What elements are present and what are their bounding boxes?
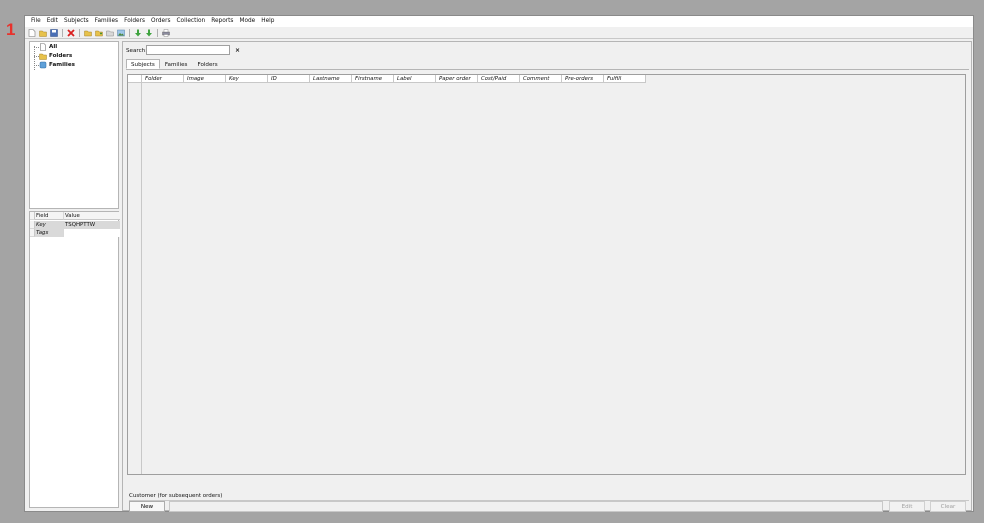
menu-edit[interactable]: Edit [44, 16, 61, 27]
field-name-cell: Key [35, 221, 64, 229]
menu-families[interactable]: Families [92, 16, 121, 27]
tree-item-folders[interactable]: Folders [39, 52, 72, 60]
image-icon[interactable] [116, 28, 126, 38]
column-header-fulfill[interactable]: Fulfill [604, 75, 646, 83]
column-header-firstname[interactable]: Firstname [352, 75, 394, 83]
clear-search-button[interactable]: × [235, 47, 240, 54]
delete-icon[interactable] [66, 28, 76, 38]
tab-families[interactable]: Families [160, 59, 193, 69]
tree-item-all[interactable]: All [39, 43, 57, 51]
menu-orders[interactable]: Orders [148, 16, 174, 27]
save-icon[interactable] [49, 28, 59, 38]
arrow-down-green-2-icon[interactable] [144, 28, 154, 38]
column-header-label[interactable]: Label [394, 75, 436, 83]
folder-add-icon[interactable] [94, 28, 104, 38]
column-header-folder[interactable]: Folder [142, 75, 184, 83]
folder-export-icon[interactable] [105, 28, 115, 38]
subjects-grid[interactable]: Folder Image Key ID Lastname Firstname L… [127, 74, 966, 475]
tree-item-families[interactable]: Families [39, 61, 75, 69]
search-label: Search: [126, 48, 148, 54]
tree-line [34, 46, 35, 70]
main-panel: Search: × Subjects Families Folders Fold… [122, 41, 972, 512]
customer-field[interactable] [169, 501, 883, 512]
menu-reports[interactable]: Reports [208, 16, 236, 27]
clear-button[interactable]: Clear [930, 501, 966, 512]
column-header-pre-orders[interactable]: Pre-orders [562, 75, 604, 83]
toolbar-separator [62, 28, 63, 37]
column-header-value[interactable]: Value [64, 212, 120, 220]
column-header-key[interactable]: Key [226, 75, 268, 83]
tab-subjects[interactable]: Subjects [126, 59, 160, 69]
toolbar-separator [79, 28, 80, 37]
folder-icon[interactable] [83, 28, 93, 38]
menu-help[interactable]: Help [258, 16, 277, 27]
app-window: File Edit Subjects Families Folders Orde… [24, 15, 974, 512]
tab-folders[interactable]: Folders [192, 59, 222, 69]
new-file-icon[interactable] [27, 28, 37, 38]
tab-bar: Subjects Families Folders [126, 59, 223, 69]
column-header-id[interactable]: ID [268, 75, 310, 83]
arrow-down-green-icon[interactable] [133, 28, 143, 38]
menu-subjects[interactable]: Subjects [61, 16, 92, 27]
menu-folders[interactable]: Folders [121, 16, 148, 27]
open-icon[interactable] [38, 28, 48, 38]
menu-file[interactable]: File [28, 16, 44, 27]
tab-panel-border [126, 69, 969, 70]
field-value-table: Field Value Key TSQHPTTW Tags [29, 211, 120, 508]
grid-header: Folder Image Key ID Lastname Firstname L… [128, 75, 646, 83]
tree-item-label: All [49, 44, 58, 50]
tree-item-label: Folders [49, 53, 73, 59]
table-row[interactable]: Key TSQHPTTW [30, 221, 120, 229]
toolbar [25, 27, 973, 39]
folder-tree: All Folders Families [29, 41, 119, 209]
column-header-image[interactable]: Image [184, 75, 226, 83]
toolbar-separator [129, 28, 130, 37]
print-icon[interactable] [161, 28, 171, 38]
search-input[interactable] [146, 45, 230, 55]
document-icon [40, 43, 46, 51]
field-value-cell[interactable]: TSQHPTTW [64, 221, 120, 229]
tree-item-label: Families [49, 62, 75, 68]
row-header-corner [128, 75, 142, 83]
field-value-cell[interactable] [64, 229, 120, 237]
column-header-paper-order[interactable]: Paper order [436, 75, 478, 83]
menu-collection[interactable]: Collection [174, 16, 209, 27]
table-row[interactable]: Tags [30, 229, 120, 237]
row-header-column [128, 83, 142, 474]
menu-bar: File Edit Subjects Families Folders Orde… [25, 16, 973, 27]
customer-label: Customer (for subsequent orders) [129, 493, 223, 499]
table-header-row: Field Value [30, 212, 120, 220]
column-header-cost-paid[interactable]: Cost/Paid [478, 75, 520, 83]
toolbar-separator [157, 28, 158, 37]
new-customer-button[interactable]: New [129, 501, 165, 512]
edit-button[interactable]: Edit [889, 501, 925, 512]
column-header-comment[interactable]: Comment [520, 75, 562, 83]
menu-mode[interactable]: Mode [236, 16, 258, 27]
callout-1: 1 [6, 20, 16, 39]
field-name-cell: Tags [35, 229, 64, 237]
folder-icon [39, 53, 47, 60]
column-header-lastname[interactable]: Lastname [310, 75, 352, 83]
family-icon [39, 61, 47, 69]
column-header-field[interactable]: Field [35, 212, 64, 220]
